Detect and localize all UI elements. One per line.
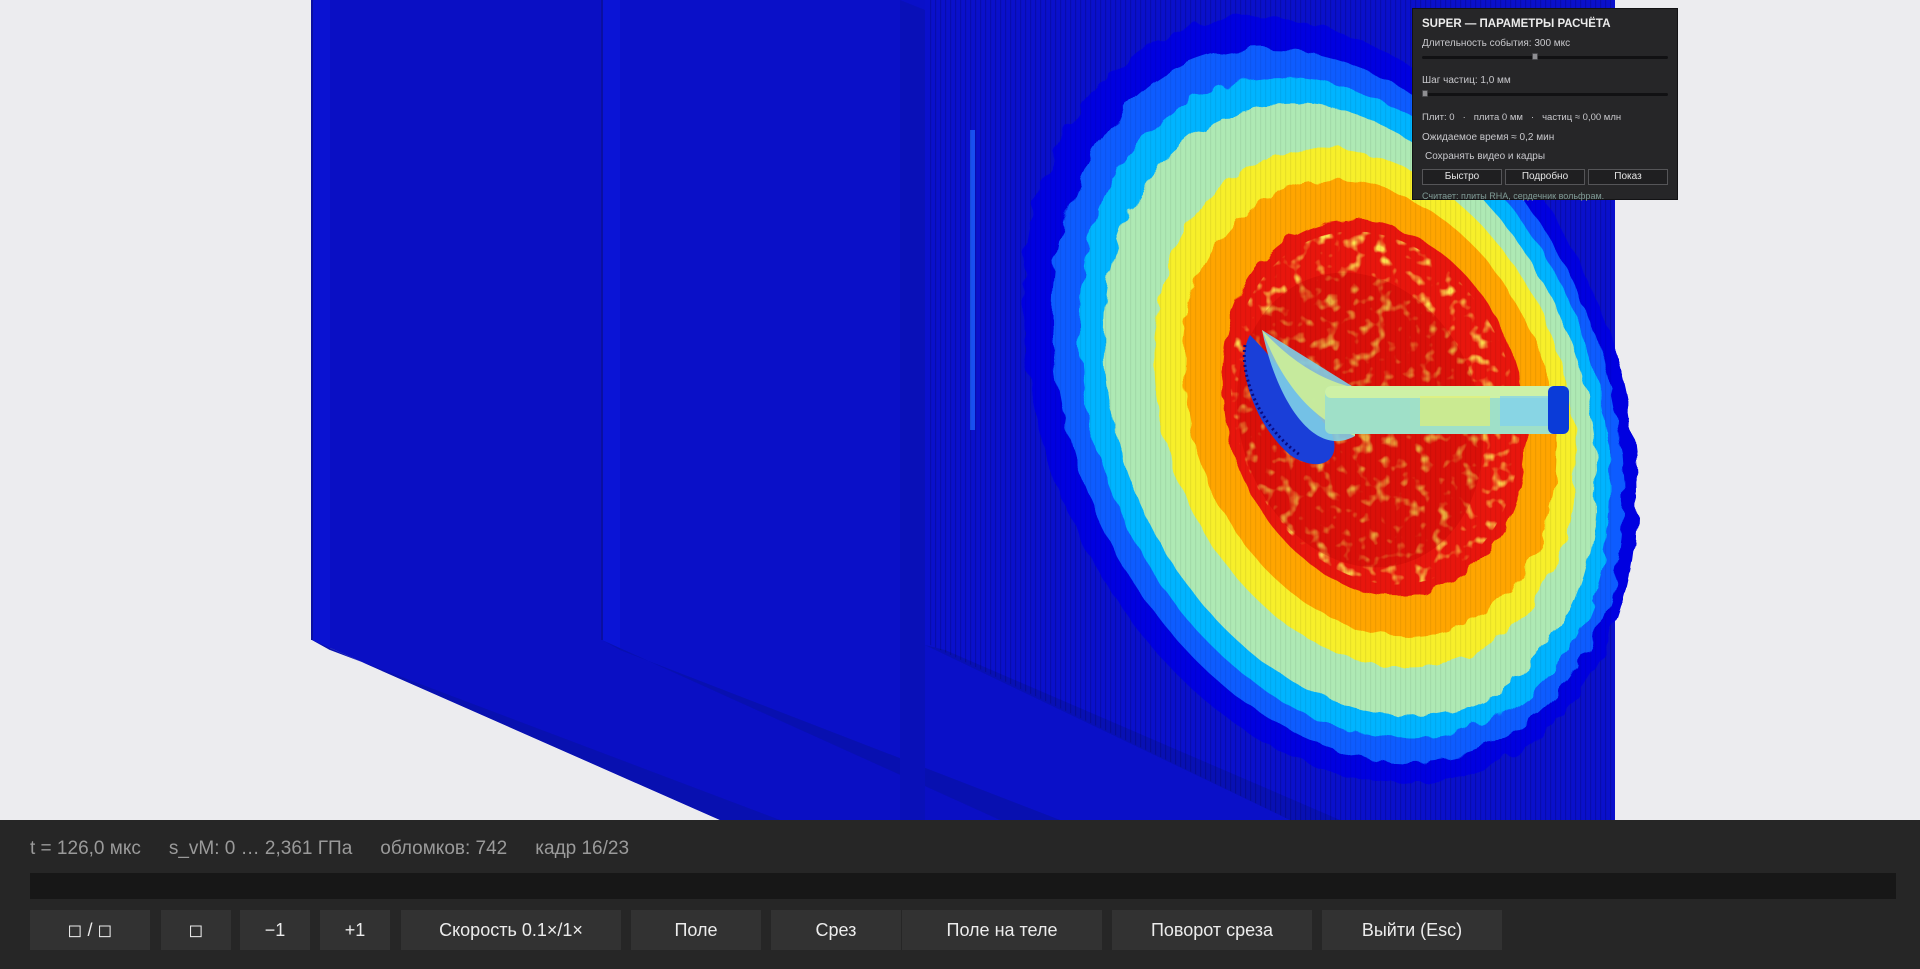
slice-button[interactable]: Срез (771, 910, 901, 950)
step-forward-button[interactable]: +1 (320, 910, 390, 950)
duration-slider[interactable] (1422, 53, 1668, 61)
save-video-toggle[interactable]: Сохранять видео и кадры (1425, 151, 1668, 163)
timeline-progress-bar[interactable] (30, 873, 1896, 899)
show-button[interactable]: Показ (1588, 169, 1668, 185)
duration-label: Длительность события: 300 мкс (1422, 38, 1571, 49)
separator-dot: · (1462, 112, 1466, 123)
stop-button[interactable]: ◻ (161, 910, 231, 950)
rotate-slice-button[interactable]: Поворот среза (1112, 910, 1312, 950)
exit-button[interactable]: Выйти (Esc) (1322, 910, 1502, 950)
step-slider-thumb[interactable] (1422, 90, 1428, 97)
step-slider-track[interactable] (1422, 93, 1668, 96)
field-on-body-button[interactable]: Поле на теле (902, 910, 1102, 950)
estimated-time: Ожидаемое время ≈ 0,2 мин (1422, 132, 1555, 143)
panel-title: SUPER — ПАРАМЕТРЫ РАСЧЁТА (1422, 18, 1611, 30)
material-note: Считает: плиты RHA, сердечник вольфрам. (1422, 191, 1605, 201)
mode-buttons: Быстро Подробно Показ (1422, 169, 1668, 185)
status-line: t = 126,0 мкс s_vM: 0 … 2,361 ГПа обломк… (30, 838, 629, 860)
plate-thickness: плита 0 мм (1473, 112, 1523, 123)
separator-dot: · (1530, 112, 1535, 123)
particle-count: частиц ≈ 0,00 млн (1542, 112, 1622, 123)
bottom-control-bar: t = 126,0 мкс s_vM: 0 … 2,361 ГПа обломк… (0, 820, 1920, 969)
step-label: Шаг частиц: 1,0 мм (1422, 75, 1511, 86)
field-button[interactable]: Поле (631, 910, 761, 950)
calculation-settings-panel: SUPER — ПАРАМЕТРЫ РАСЧЁТА Длительность с… (1412, 8, 1678, 201)
time-readout: t = 126,0 мкс (30, 838, 141, 859)
stress-range-readout: s_vM: 0 … 2,361 ГПа (168, 838, 353, 859)
fragments-count: обломков: 742 (380, 838, 508, 859)
plates-info-row: Плит: 0 · плита 0 мм · частиц ≈ 0,00 млн (1422, 112, 1668, 124)
fast-button[interactable]: Быстро (1422, 169, 1502, 185)
play-pause-button[interactable]: ◻ / ◻ (30, 910, 150, 950)
detailed-button[interactable]: Подробно (1505, 169, 1585, 185)
frame-counter: кадр 16/23 (535, 838, 630, 859)
speed-toggle-button[interactable]: Скорость 0.1×/1× (401, 910, 621, 950)
duration-slider-thumb[interactable] (1532, 53, 1539, 60)
step-back-button[interactable]: −1 (240, 910, 310, 950)
plates-count: Плит: 0 (1422, 112, 1455, 123)
duration-slider-track[interactable] (1422, 56, 1668, 59)
step-slider[interactable] (1422, 90, 1668, 98)
